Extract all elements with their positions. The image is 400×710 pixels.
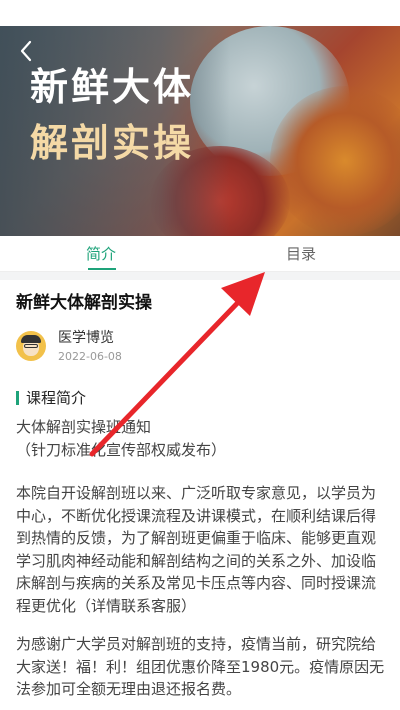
intro-paragraph: 本院自开设解剖班以来、广泛听取专家意见，以学员为中心，不断优化授课流程及讲课模式… (16, 484, 377, 615)
cover-title-line1: 新鲜大体 (30, 65, 195, 109)
cover-photo-tissue (270, 86, 400, 236)
avatar-hair (21, 335, 41, 343)
course-cover-image: 新鲜大体 解剖实操 (0, 26, 400, 236)
author-name[interactable]: 医学博览 (58, 328, 114, 348)
section-divider (0, 272, 400, 280)
avatar[interactable] (16, 331, 46, 361)
chevron-left-icon (20, 40, 32, 62)
tab-catalog[interactable]: 目录 (286, 244, 316, 264)
course-title: 新鲜大体解剖实操 (16, 293, 152, 313)
publish-date: 2022-06-08 (58, 350, 122, 363)
cover-title-line2: 解剖实操 (30, 121, 195, 165)
tab-bar: 简介 目录 (0, 236, 400, 272)
notice-heading: 大体解剖实操班通知 （针刀标准化宣传部权威发布） (16, 416, 388, 461)
section-heading: 课程简介 (26, 389, 87, 407)
avatar-glasses (24, 344, 38, 348)
author-row: 医学博览 2022-06-08 (16, 328, 386, 368)
tab-intro[interactable]: 简介 (86, 244, 116, 264)
back-button[interactable] (14, 38, 40, 64)
status-bar (0, 0, 400, 26)
notice-title: 大体解剖实操班通知 (16, 418, 152, 436)
promo-paragraph: 为感谢广大学员对解剖班的支持，疫情当前，研究院给大家送！福！利！组团优惠价降至1… (16, 635, 385, 699)
active-tab-indicator (88, 268, 116, 270)
section-marker (16, 391, 19, 405)
notice-source: （针刀标准化宣传部权威发布） (16, 440, 227, 459)
